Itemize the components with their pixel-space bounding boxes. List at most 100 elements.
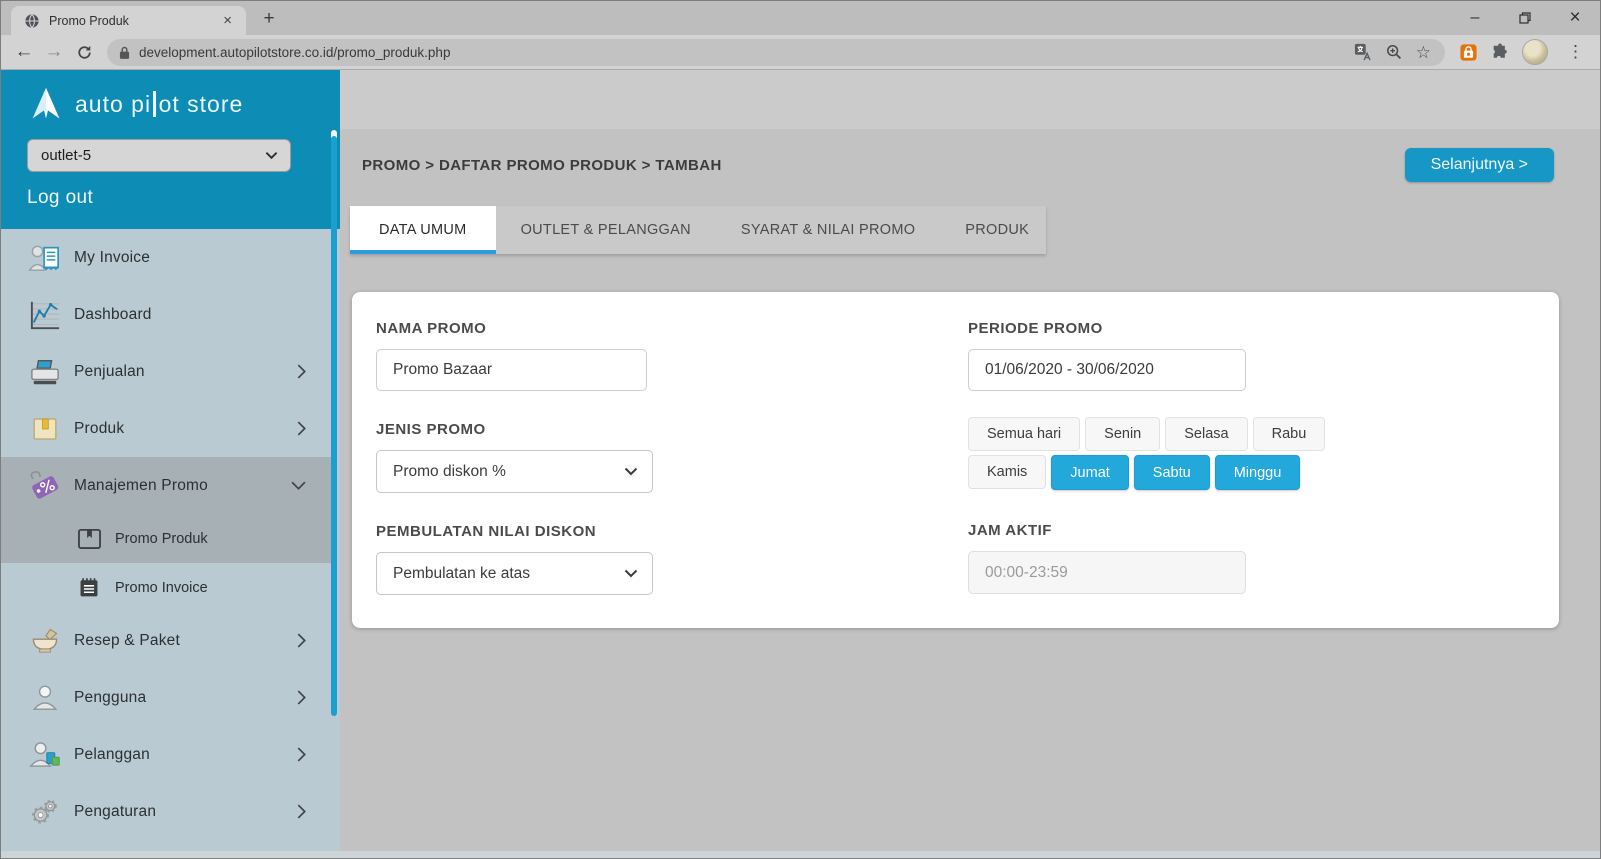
chevron-down-icon — [265, 151, 278, 160]
promo-tag-icon — [27, 470, 63, 502]
days-row-2: Kamis Jumat Sabtu Minggu — [968, 455, 1535, 490]
minimize-icon[interactable]: – — [1450, 1, 1500, 35]
main-content: PROMO > DAFTAR PROMO PRODUK > TAMBAH Sel… — [340, 70, 1600, 858]
reload-icon[interactable] — [69, 37, 99, 67]
url-text: development.autopilotstore.co.id/promo_p… — [139, 45, 1354, 60]
chevron-right-icon — [297, 747, 306, 762]
sidebar-scrollbar[interactable] — [331, 136, 337, 716]
url-bar[interactable]: development.autopilotstore.co.id/promo_p… — [107, 39, 1445, 66]
tab-close-icon[interactable]: × — [219, 12, 236, 29]
extensions-puzzle-icon[interactable] — [1491, 43, 1509, 61]
chevron-down-icon — [624, 467, 638, 476]
jenis-promo-label: JENIS PROMO — [376, 421, 968, 438]
chart-dashboard-icon — [27, 300, 63, 330]
window-close-icon[interactable]: × — [1550, 1, 1600, 35]
pembulatan-label: PEMBULATAN NILAI DISKON — [376, 523, 968, 540]
sidebar-item-promo-produk[interactable]: Promo Produk — [1, 514, 334, 563]
box-icon — [27, 415, 63, 443]
periode-promo-label: PERIODE PROMO — [968, 320, 1535, 337]
sidebar-item-pengguna[interactable]: Pengguna — [1, 669, 334, 726]
app-logo: auto piot store — [27, 82, 340, 126]
chevron-down-icon — [624, 569, 638, 578]
profile-avatar[interactable] — [1522, 39, 1548, 65]
sidebar-item-my-invoice[interactable]: My Invoice — [1, 229, 334, 286]
main-top-strip — [340, 70, 1600, 129]
day-button-minggu[interactable]: Minggu — [1215, 455, 1301, 490]
chevron-right-icon — [297, 804, 306, 819]
restore-icon[interactable] — [1500, 1, 1550, 35]
tab-data-umum[interactable]: DATA UMUM — [350, 206, 496, 254]
browser-toolbar: ← → development.autopilotstore.co.id/pro… — [1, 35, 1600, 70]
notepad-icon — [75, 576, 103, 599]
browser-tab[interactable]: Promo Produk × — [11, 6, 246, 35]
days-row-1: Semua hari Senin Selasa Rabu — [968, 417, 1535, 451]
window-controls: – × — [1450, 1, 1600, 35]
day-button-semua-hari[interactable]: Semua hari — [968, 417, 1080, 451]
tab-title: Promo Produk — [49, 14, 219, 28]
jenis-promo-value: Promo diskon % — [393, 463, 506, 481]
day-button-rabu[interactable]: Rabu — [1253, 417, 1326, 451]
mortar-pestle-icon — [27, 626, 63, 656]
gears-icon — [27, 797, 63, 826]
chevron-right-icon — [297, 633, 306, 648]
sidebar-header: auto piot store outlet-5 Log out — [1, 70, 340, 229]
sidebar-item-promo-invoice[interactable]: Promo Invoice — [1, 563, 334, 612]
day-button-kamis[interactable]: Kamis — [968, 455, 1046, 489]
autopilot-extension-icon[interactable] — [1459, 43, 1478, 62]
sidebar-item-produk[interactable]: Produk — [1, 400, 334, 457]
lock-icon — [119, 45, 130, 60]
day-button-jumat[interactable]: Jumat — [1051, 455, 1129, 490]
bottom-scrollbar-strip — [1, 851, 1600, 858]
chevron-right-icon — [297, 421, 306, 436]
sidebar-item-pengaturan[interactable]: Pengaturan — [1, 783, 334, 840]
cash-register-icon — [27, 357, 63, 387]
translate-icon[interactable] — [1354, 43, 1372, 61]
sidebar: auto piot store outlet-5 Log out My Invo… — [1, 70, 340, 858]
invoice-person-icon — [27, 243, 63, 273]
new-tab-icon[interactable]: + — [256, 6, 282, 32]
menu-kebab-icon[interactable]: ⋮ — [1561, 42, 1590, 62]
chevron-down-icon — [291, 481, 306, 490]
outlet-select[interactable]: outlet-5 — [27, 139, 291, 172]
chevron-right-icon — [297, 364, 306, 379]
tab-produk[interactable]: PRODUK — [940, 206, 1054, 254]
tab-outlet-pelanggan[interactable]: OUTLET & PELANGGAN — [496, 206, 716, 254]
outlet-select-value: outlet-5 — [41, 147, 91, 164]
chevron-right-icon — [297, 690, 306, 705]
logo-text: auto piot store — [75, 91, 243, 118]
logo-cursor-bar — [153, 91, 156, 117]
forward-icon[interactable]: → — [39, 37, 69, 67]
day-button-senin[interactable]: Senin — [1085, 417, 1160, 451]
day-button-sabtu[interactable]: Sabtu — [1134, 455, 1210, 490]
data-umum-card: NAMA PROMO Promo Bazaar JENIS PROMO Prom… — [352, 292, 1559, 628]
jenis-promo-select[interactable]: Promo diskon % — [376, 450, 653, 493]
browser-window: Promo Produk × + – × ← → development.aut… — [0, 0, 1601, 859]
jam-aktif-label: JAM AKTIF — [968, 522, 1535, 539]
bookmark-star-icon[interactable]: ☆ — [1416, 44, 1431, 61]
sidebar-item-penjualan[interactable]: Penjualan — [1, 343, 334, 400]
person-icon — [27, 683, 63, 712]
pembulatan-select[interactable]: Pembulatan ke atas — [376, 552, 653, 595]
back-icon[interactable]: ← — [9, 37, 39, 67]
breadcrumb: PROMO > DAFTAR PROMO PRODUK > TAMBAH — [362, 157, 722, 174]
zoom-find-icon[interactable] — [1386, 44, 1402, 60]
sidebar-menu: My Invoice Dashboard Penjualan — [1, 229, 334, 840]
periode-promo-input[interactable]: 01/06/2020 - 30/06/2020 — [968, 349, 1246, 391]
next-button[interactable]: Selanjutnya > — [1405, 148, 1554, 182]
sidebar-item-pelanggan[interactable]: Pelanggan — [1, 726, 334, 783]
box-outline-icon — [75, 527, 103, 550]
nama-promo-input[interactable]: Promo Bazaar — [376, 349, 647, 391]
sidebar-item-resep-paket[interactable]: Resep & Paket — [1, 612, 334, 669]
nama-promo-label: NAMA PROMO — [376, 320, 968, 337]
browser-titlebar: Promo Produk × + – × — [1, 1, 1600, 35]
globe-favicon-icon — [24, 13, 40, 29]
day-button-selasa[interactable]: Selasa — [1165, 417, 1247, 451]
pembulatan-value: Pembulatan ke atas — [393, 565, 530, 583]
tab-syarat-nilai-promo[interactable]: SYARAT & NILAI PROMO — [716, 206, 940, 254]
form-tabs: DATA UMUM OUTLET & PELANGGAN SYARAT & NI… — [350, 206, 1046, 254]
sidebar-item-dashboard[interactable]: Dashboard — [1, 286, 334, 343]
jam-aktif-input[interactable]: 00:00-23:59 — [968, 551, 1246, 594]
paper-plane-logo-icon — [27, 85, 65, 123]
sidebar-item-manajemen-promo[interactable]: Manajemen Promo — [1, 457, 334, 514]
logout-link[interactable]: Log out — [27, 187, 107, 209]
